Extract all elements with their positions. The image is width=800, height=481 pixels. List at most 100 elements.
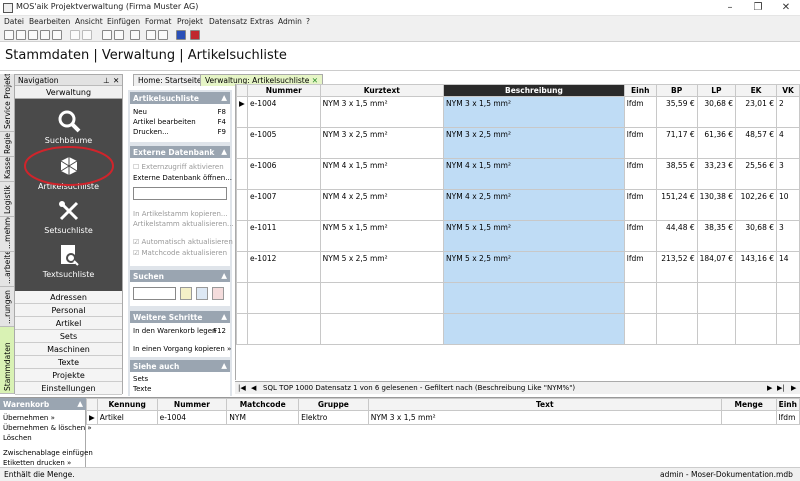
action-drucken[interactable]: Drucken... — [133, 128, 169, 136]
pin-icon[interactable]: ⊥ — [103, 76, 110, 85]
print-icon[interactable] — [28, 30, 38, 40]
nav-item-textsuchliste[interactable]: Textsuchliste — [15, 243, 122, 279]
close-button[interactable]: ✕ — [772, 0, 800, 16]
vtab-service[interactable]: Service Projekte — [0, 74, 14, 132]
cell-bp[interactable]: 151,24 € — [655, 189, 698, 221]
new-icon[interactable] — [4, 30, 14, 40]
cell-matchcode[interactable]: NYM — [226, 410, 300, 425]
collapse-icon[interactable]: ▲ — [221, 271, 227, 280]
action-uebernehmen[interactable]: Übernehmen » — [3, 414, 55, 422]
link-sets[interactable]: Sets — [133, 375, 148, 383]
nav-list-personal[interactable]: Personal — [15, 304, 122, 317]
column-header-lp[interactable]: LP — [696, 84, 737, 97]
row-selector[interactable] — [236, 158, 248, 190]
checkbox-auto-aktualisieren[interactable]: ☑ Automatisch aktualisieren — [133, 238, 233, 246]
cell-einh[interactable]: lfdm — [623, 158, 657, 190]
row-selector[interactable] — [236, 251, 248, 283]
cell-nummer[interactable]: e-1006 — [246, 158, 321, 190]
cell-lp[interactable]: 130,38 € — [696, 189, 737, 221]
cell-vk[interactable]: 10 — [776, 189, 800, 221]
cell-bp[interactable]: 35,59 € — [655, 96, 698, 128]
warenkorb-header[interactable]: Warenkorb ▲ — [0, 398, 86, 410]
section-weitere-schritte[interactable]: Weitere Schritte ▲ — [130, 311, 230, 323]
column-header-ek[interactable]: EK — [735, 84, 778, 97]
nav-list-artikel[interactable]: Artikel — [15, 317, 122, 330]
nav-item-suchbaeume[interactable]: Suchbäume — [15, 109, 122, 145]
cell-einh[interactable]: lfdm — [623, 189, 657, 221]
cell-vk[interactable]: 3 — [776, 158, 800, 190]
table-row[interactable]: ▶ e-1004 NYM 3 x 1,5 mm² NYM 3 x 1,5 mm²… — [236, 96, 800, 128]
cell-bp[interactable]: 38,55 € — [655, 158, 698, 190]
first-record-button[interactable]: |◀ — [238, 384, 246, 392]
cell-vk[interactable]: 14 — [776, 251, 800, 283]
table-row[interactable]: e-1005 NYM 3 x 2,5 mm² NYM 3 x 2,5 mm² l… — [236, 127, 800, 159]
column-header-menge[interactable]: Menge — [720, 398, 777, 411]
nav-list-projekte[interactable]: Projekte — [15, 369, 122, 382]
menu-format[interactable]: Format — [145, 17, 171, 26]
menu-ansicht[interactable]: Ansicht — [75, 17, 103, 26]
cell-nummer[interactable]: e-1005 — [246, 127, 321, 159]
user-blue-icon[interactable] — [176, 30, 186, 40]
action-loeschen[interactable]: Löschen — [3, 434, 32, 442]
menu-projekt[interactable]: Projekt — [177, 17, 203, 26]
nav-item-setsuchliste[interactable]: Setsuchliste — [15, 199, 122, 235]
search-input[interactable] — [133, 287, 176, 300]
column-header-nummer[interactable]: Nummer — [246, 84, 321, 97]
cell-bp[interactable]: 213,52 € — [655, 251, 698, 283]
cell-kurztext[interactable]: NYM 4 x 1,5 mm² — [319, 158, 445, 190]
column-header-text[interactable]: Text — [367, 398, 722, 411]
cell-beschreibung[interactable]: NYM 3 x 2,5 mm² — [443, 127, 625, 159]
table-row[interactable]: ▶ Artikel e-1004 NYM Elektro NYM 3 x 1,5… — [86, 410, 800, 425]
delete-icon[interactable] — [146, 30, 156, 40]
checkbox-matchcode[interactable]: ☑ Matchcode aktualisieren — [133, 249, 227, 257]
nav-list-einstellungen[interactable]: Einstellungen — [15, 382, 122, 395]
cell-bp[interactable]: 71,17 € — [655, 127, 698, 159]
cell-nummer[interactable]: e-1004 — [246, 96, 321, 128]
table-row[interactable]: e-1007 NYM 4 x 2,5 mm² NYM 4 x 2,5 mm² l… — [236, 189, 800, 221]
section-suchen[interactable]: Suchen ▲ — [130, 270, 230, 282]
collapse-icon[interactable]: ▲ — [221, 147, 227, 156]
cell-lp[interactable]: 33,23 € — [696, 158, 737, 190]
user-red-icon[interactable] — [190, 30, 200, 40]
cell-ek[interactable]: 23,01 € — [735, 96, 778, 128]
menu-admin[interactable]: Admin — [278, 17, 302, 26]
cell-gruppe[interactable]: Elektro — [298, 410, 369, 425]
cell-ek[interactable]: 48,57 € — [735, 127, 778, 159]
cell-beschreibung[interactable]: NYM 3 x 1,5 mm² — [443, 96, 625, 128]
column-header-vk[interactable]: VK — [776, 84, 800, 97]
action-vorgang-kopieren[interactable]: In einen Vorgang kopieren » — [133, 345, 231, 353]
column-header-gruppe[interactable]: Gruppe — [298, 398, 369, 411]
cell-lp[interactable]: 38,35 € — [696, 220, 737, 252]
prev-record-button[interactable]: ◀ — [251, 384, 256, 392]
column-header-beschreibung[interactable]: Beschreibung — [443, 84, 625, 97]
cell-vk[interactable]: 4 — [776, 127, 800, 159]
cell-bp[interactable]: 44,48 € — [655, 220, 698, 252]
action-artikel-bearbeiten[interactable]: Artikel bearbeiten — [133, 118, 196, 126]
section-siehe-auch[interactable]: Siehe auch ▲ — [130, 360, 230, 372]
cell-ek[interactable]: 30,68 € — [735, 220, 778, 252]
filter-remove-icon[interactable] — [212, 287, 224, 300]
action-warenkorb[interactable]: In den Warenkorb legen — [133, 327, 216, 335]
cell-kurztext[interactable]: NYM 4 x 2,5 mm² — [319, 189, 445, 221]
row-selector-current[interactable]: ▶ — [236, 96, 248, 128]
arrow-down-icon[interactable] — [114, 30, 124, 40]
cell-einh[interactable]: lfdm — [775, 410, 800, 425]
table-row[interactable]: e-1012 NYM 5 x 2,5 mm² NYM 5 x 2,5 mm² l… — [236, 251, 800, 283]
cell-kurztext[interactable]: NYM 3 x 1,5 mm² — [319, 96, 445, 128]
cell-einh[interactable]: lfdm — [623, 96, 657, 128]
cell-beschreibung[interactable]: NYM 5 x 2,5 mm² — [443, 251, 625, 283]
cell-vk[interactable]: 2 — [776, 96, 800, 128]
action-etiketten-drucken[interactable]: Etiketten drucken » — [3, 459, 71, 467]
cell-kennung[interactable]: Artikel — [96, 410, 158, 425]
action-zwischenablage[interactable]: Zwischenablage einfügen — [3, 449, 93, 457]
redo-icon[interactable] — [82, 30, 92, 40]
cell-lp[interactable]: 30,68 € — [696, 96, 737, 128]
last-record-button[interactable]: ▶| — [777, 384, 785, 392]
search-icon[interactable] — [40, 30, 50, 40]
cell-nummer[interactable]: e-1004 — [156, 410, 228, 425]
collapse-icon[interactable]: ▲ — [221, 93, 227, 102]
cell-lp[interactable]: 61,36 € — [696, 127, 737, 159]
cell-vk[interactable]: 3 — [776, 220, 800, 252]
checkbox-externzugriff[interactable]: ☐ Externzugriff aktivieren — [133, 163, 224, 171]
action-artikelstamm-aktualisieren[interactable]: Artikelstamm aktualisieren... — [133, 220, 234, 228]
